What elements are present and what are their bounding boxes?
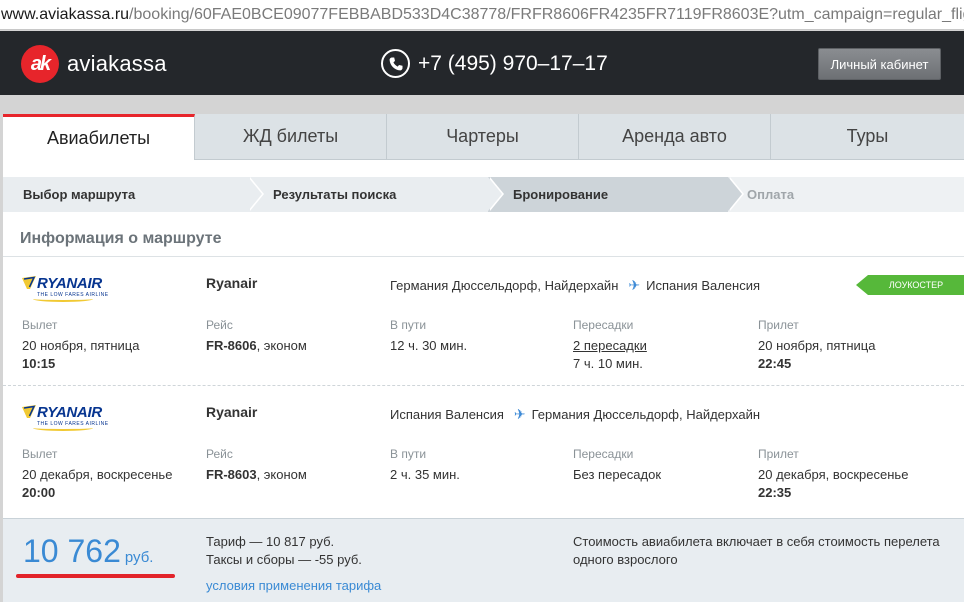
booking-card: Авиабилеты ЖД билеты Чартеры Аренда авто… [3, 114, 964, 602]
plane-icon: ✈ [513, 406, 526, 422]
booking-steps: Выбор маршрута Результаты поиска Брониро… [3, 177, 964, 212]
route-to: Германия Дюссельдорф, Найдерхайн [531, 407, 761, 422]
stops-label: Пересадки [573, 447, 634, 461]
personal-account-button[interactable]: Личный кабинет [818, 48, 941, 80]
duration-value: 2 ч. 35 мин. [390, 467, 460, 482]
arrival-time: 22:45 [758, 356, 792, 371]
tab-tours[interactable]: Туры [771, 114, 964, 160]
site-header: ak aviakassa +7 (495) 970–17–17 Личный к… [0, 31, 964, 95]
logo-mark-icon: ak [21, 45, 59, 83]
airline-name: Ryanair [206, 275, 258, 291]
tariff-amount: Тариф — 10 817 руб. [206, 534, 335, 549]
departure-label: Вылет [22, 318, 58, 332]
arrival-label: Прилет [758, 318, 799, 332]
route-from: Германия Дюссельдорф, Найдерхайн [390, 278, 619, 293]
price-amount: 10 762 [23, 533, 121, 569]
section-title: Информация о маршруте [20, 230, 222, 247]
duration-label: В пути [390, 318, 427, 332]
route-from: Испания Валенсия [390, 407, 504, 422]
url-path: /booking/60FAE0BCE09077FEBBABD533D4C3877… [129, 6, 964, 23]
arrival-info: Прилет 20 декабря, воскресенье 22:35 [758, 445, 908, 502]
ryanair-harp-icon [22, 405, 36, 418]
ryanair-logo: RYANAIR THE LOW FARES AIRLINE [21, 275, 113, 305]
step-label: Выбор маршрута [23, 187, 136, 202]
product-tabs: Авиабилеты ЖД билеты Чартеры Аренда авто… [3, 114, 964, 160]
flight-class: , эконом [256, 467, 307, 482]
tab-car-rental[interactable]: Аренда авто [579, 114, 771, 160]
stops-link[interactable]: 2 пересадки [573, 337, 647, 355]
flight-segment-outbound: RYANAIR THE LOW FARES AIRLINE Ryanair Ге… [3, 257, 964, 385]
departure-time: 10:15 [22, 356, 56, 371]
step-label: Оплата [747, 187, 795, 202]
ryanair-logo: RYANAIR THE LOW FARES AIRLINE [21, 404, 113, 434]
arrival-date: 20 ноября, пятница [758, 338, 876, 353]
flight-number: FR-8606 [206, 338, 257, 353]
step-label: Результаты поиска [273, 187, 397, 202]
flight-segment-return: RYANAIR THE LOW FARES AIRLINE Ryanair Ис… [3, 386, 964, 514]
tab-charters[interactable]: Чартеры [387, 114, 579, 160]
step-route[interactable]: Выбор маршрута [3, 177, 264, 212]
arrival-date: 20 декабря, воскресенье [758, 467, 909, 482]
ryanair-harp-icon [22, 276, 36, 289]
plane-icon: ✈ [628, 277, 641, 293]
departure-label: Вылет [22, 447, 58, 461]
airline-name: Ryanair [206, 404, 258, 420]
stops-time: 7 ч. 10 мин. [573, 356, 643, 371]
price-note: Стоимость авиабилета включает в себя сто… [573, 534, 940, 567]
flight-label: Рейс [206, 318, 233, 332]
duration-value: 12 ч. 30 мин. [390, 338, 468, 353]
flight-label: Рейс [206, 447, 233, 461]
site-logo[interactable]: ak aviakassa [21, 45, 167, 83]
flight-class: , эконом [256, 338, 307, 353]
stops-info: Пересадки 2 пересадки 7 ч. 10 мин. [573, 316, 647, 373]
flight-number: FR-8603 [206, 467, 257, 482]
step-payment: Оплата [728, 177, 964, 212]
ryanair-wordmark: RYANAIR [37, 404, 102, 421]
arrival-time: 22:35 [758, 485, 792, 500]
ryanair-wordmark: RYANAIR [37, 275, 102, 292]
flight-info: Рейс FR-8606, эконом [206, 316, 307, 355]
stops-info: Пересадки Без пересадок [573, 445, 661, 484]
tab-flights[interactable]: Авиабилеты [3, 114, 195, 160]
price-summary: 10 762 руб. Тариф — 10 817 руб. Таксы и с… [3, 518, 964, 602]
step-label: Бронирование [513, 187, 609, 202]
step-booking: Бронирование [488, 177, 744, 212]
logo-text: aviakassa [67, 51, 167, 76]
taxes-amount: Таксы и сборы — -55 руб. [206, 552, 362, 567]
stops-value: Без пересадок [573, 467, 662, 482]
tab-trains[interactable]: ЖД билеты [195, 114, 387, 160]
departure-date: 20 декабря, воскресенье [22, 467, 173, 482]
total-price: 10 762 руб. [23, 533, 153, 570]
lowcost-badge: ЛОУКОСТЕР [868, 275, 964, 295]
duration-info: В пути 12 ч. 30 мин. [390, 316, 467, 355]
departure-info: Вылет 20 декабря, воскресенье 20:00 [22, 445, 172, 502]
tariff-terms-link[interactable]: условия применения тарифа [206, 578, 381, 593]
support-phone[interactable]: +7 (495) 970–17–17 [381, 49, 608, 78]
route-to: Испания Валенсия [646, 278, 761, 293]
step-results[interactable]: Результаты поиска [248, 177, 504, 212]
url-host: www.aviakassa.ru [1, 6, 130, 23]
stops-label: Пересадки [573, 318, 634, 332]
phone-number: +7 (495) 970–17–17 [418, 51, 608, 75]
arrival-info: Прилет 20 ноября, пятница 22:45 [758, 316, 875, 373]
duration-info: В пути 2 ч. 35 мин. [390, 445, 460, 484]
arrival-label: Прилет [758, 447, 799, 461]
flight-info: Рейс FR-8603, эконом [206, 445, 307, 484]
address-bar[interactable]: www.aviakassa.ru/booking/60FAE0BCE09077F… [0, 0, 964, 30]
phone-icon [381, 49, 410, 78]
price-breakdown: Тариф — 10 817 руб. Таксы и сборы — -55 … [206, 533, 362, 569]
route: Испания Валенсия ✈ Германия Дюссельдорф,… [390, 406, 760, 423]
price-underline [16, 574, 175, 578]
price-currency: руб. [124, 549, 154, 566]
departure-date: 20 ноября, пятница [22, 338, 140, 353]
duration-label: В пути [390, 447, 427, 461]
departure-time: 20:00 [22, 485, 56, 500]
departure-info: Вылет 20 ноября, пятница 10:15 [22, 316, 139, 373]
route: Германия Дюссельдорф, Найдерхайн ✈ Испан… [390, 277, 760, 294]
